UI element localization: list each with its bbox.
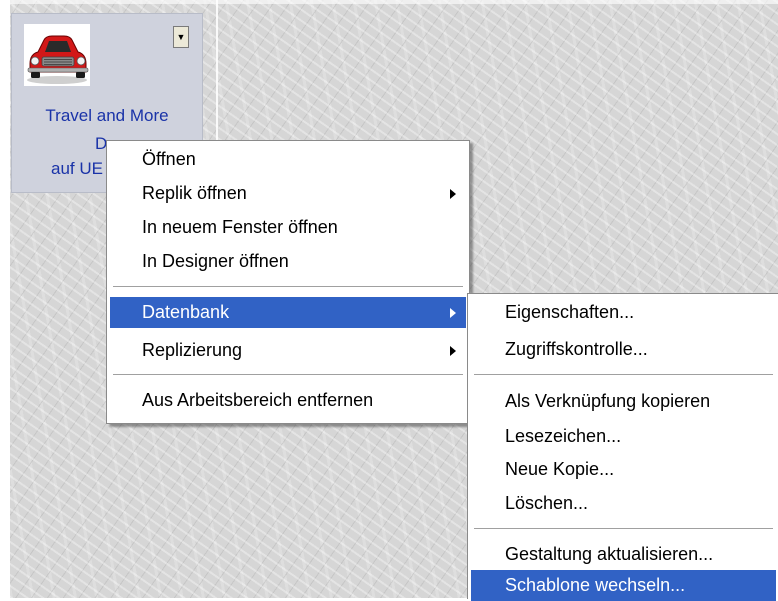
submenu-arrow-icon	[450, 346, 456, 356]
submenu-item-bookmark[interactable]: Lesezeichen...	[471, 421, 776, 452]
submenu-item-replace-template[interactable]: Schablone wechseln...	[471, 570, 776, 601]
submenu-item-refresh-design[interactable]: Gestaltung aktualisieren...	[471, 539, 776, 570]
menu-item-label: Neue Kopie...	[505, 459, 615, 479]
menu-item-label: Gestaltung aktualisieren...	[505, 544, 714, 564]
tile-title: Travel and More	[45, 106, 169, 125]
context-menu: Öffnen Replik öffnen In neuem Fenster öf…	[106, 140, 470, 424]
database-submenu: Eigenschaften... Zugriffskontrolle... Al…	[467, 293, 778, 601]
menu-separator	[474, 374, 773, 376]
menu-item-open[interactable]: Öffnen	[110, 144, 466, 175]
submenu-item-access-control[interactable]: Zugriffskontrolle...	[471, 334, 776, 365]
menu-item-label: Replik öffnen	[142, 183, 247, 203]
submenu-item-copy-as-link[interactable]: Als Verknüpfung kopieren	[471, 386, 776, 417]
red-car-icon	[24, 24, 90, 86]
menu-separator	[474, 528, 773, 530]
submenu-item-new-copy[interactable]: Neue Kopie...	[471, 454, 776, 485]
menu-item-label: Als Verknüpfung kopieren	[505, 391, 711, 411]
menu-item-label: Löschen...	[505, 493, 589, 513]
menu-item-remove-from-workspace[interactable]: Aus Arbeitsbereich entfernen	[110, 385, 466, 416]
submenu-item-delete[interactable]: Löschen...	[471, 488, 776, 519]
menu-item-replication[interactable]: Replizierung	[110, 335, 466, 366]
menu-item-label: In neuem Fenster öffnen	[142, 217, 338, 237]
tile-server: auf UE	[51, 159, 103, 178]
menu-item-label: In Designer öffnen	[142, 251, 289, 271]
left-margin	[0, 0, 10, 598]
menu-item-open-designer[interactable]: In Designer öffnen	[110, 246, 466, 277]
menu-item-label: Öffnen	[142, 149, 196, 169]
submenu-item-properties[interactable]: Eigenschaften...	[471, 297, 776, 328]
menu-item-label: Aus Arbeitsbereich entfernen	[142, 390, 374, 410]
menu-item-open-new-window[interactable]: In neuem Fenster öffnen	[110, 212, 466, 243]
menu-separator	[113, 374, 463, 376]
menu-item-label: Schablone wechseln...	[505, 575, 686, 595]
dropdown-arrow-icon[interactable]: ▼	[173, 26, 189, 48]
menu-item-label: Replizierung	[142, 340, 243, 360]
submenu-arrow-icon	[450, 308, 456, 318]
menu-item-open-replica[interactable]: Replik öffnen	[110, 178, 466, 209]
top-divider	[10, 0, 778, 4]
menu-item-label: Zugriffskontrolle...	[505, 339, 648, 359]
menu-item-database[interactable]: Datenbank	[110, 297, 466, 328]
menu-item-label: Eigenschaften...	[505, 302, 635, 322]
submenu-arrow-icon	[450, 189, 456, 199]
menu-separator	[113, 286, 463, 288]
menu-item-label: Datenbank	[142, 302, 230, 322]
menu-item-label: Lesezeichen...	[505, 426, 622, 446]
